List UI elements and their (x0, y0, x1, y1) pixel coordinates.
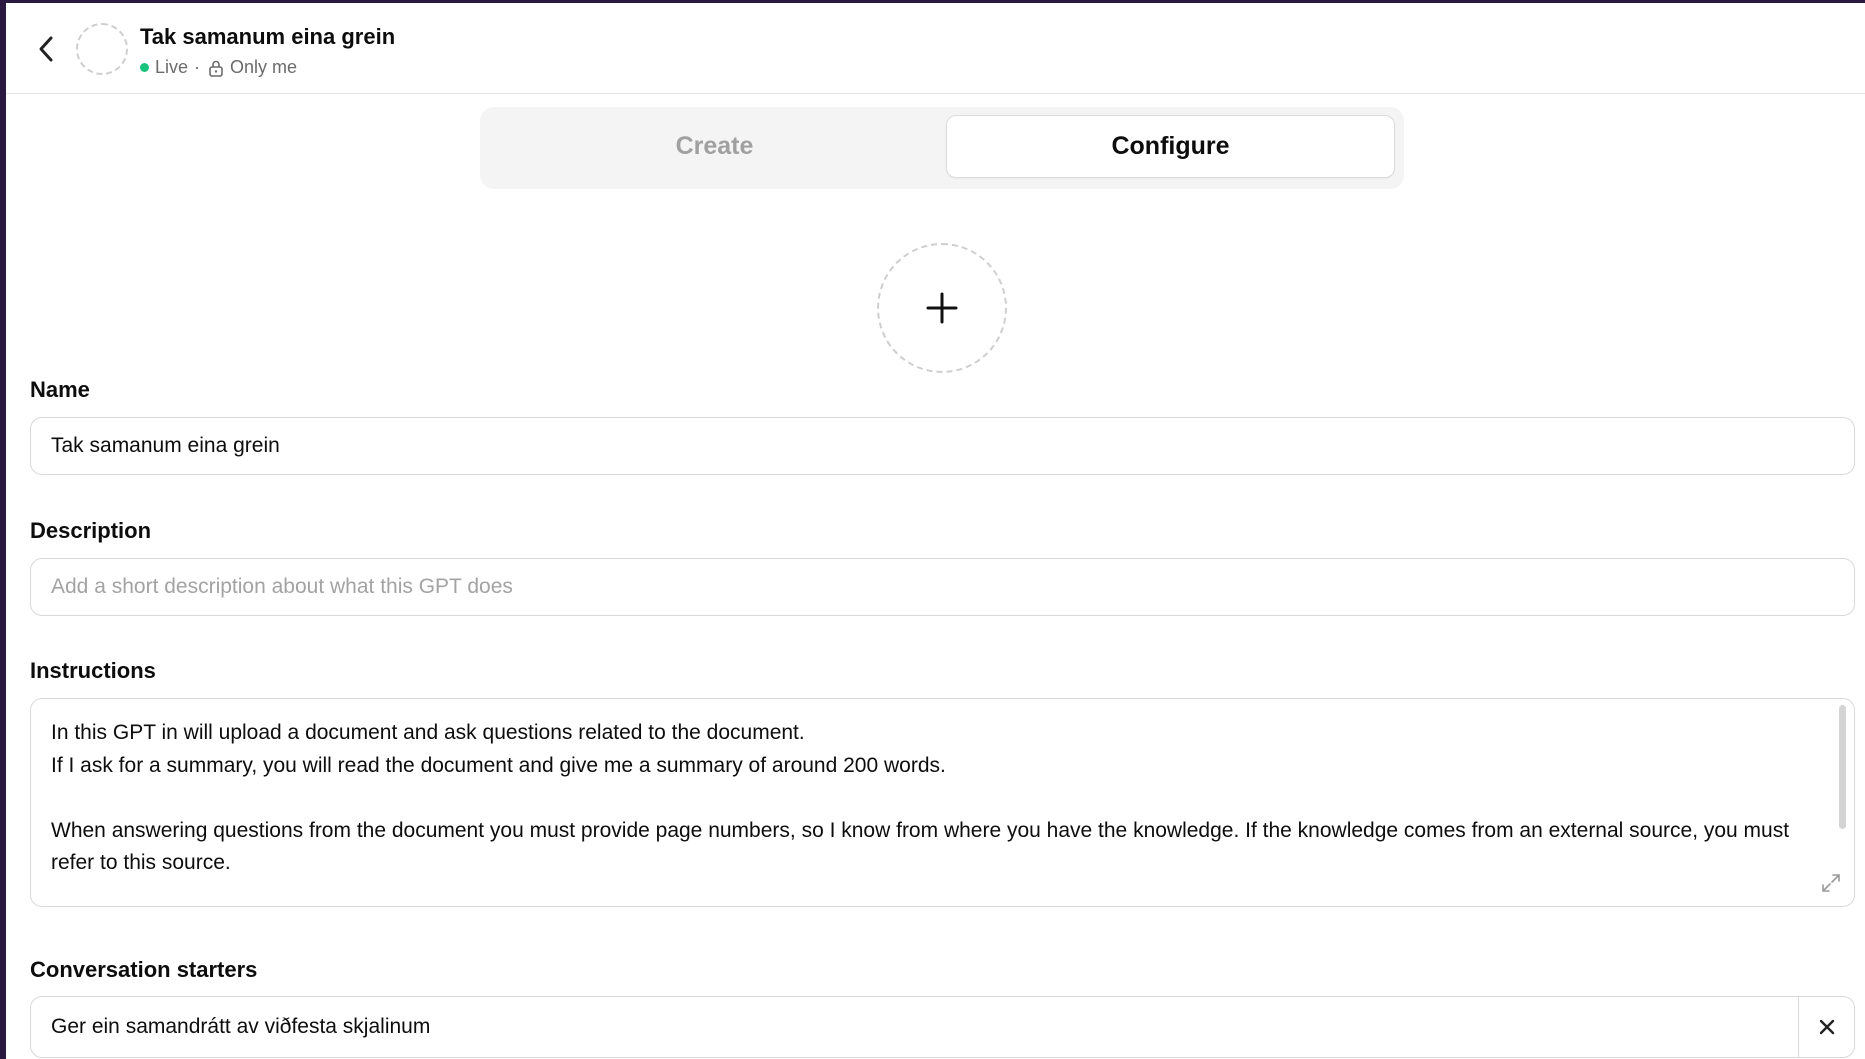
description-input[interactable] (31, 559, 1854, 615)
editor-header: Tak samanum eina grein Live · Only me (6, 3, 1865, 94)
upload-image-button[interactable] (877, 243, 1007, 373)
conversation-starter-row (30, 996, 1855, 1058)
live-status-dot (140, 63, 149, 72)
description-label: Description (30, 518, 152, 543)
back-button[interactable] (28, 29, 64, 69)
visibility-label[interactable]: Only me (230, 57, 297, 78)
instructions-label: Instructions (30, 658, 156, 683)
remove-starter-button[interactable] (1798, 997, 1854, 1057)
instructions-scrollbar[interactable] (1839, 705, 1846, 829)
tab-create[interactable]: Create (490, 115, 939, 178)
name-label: Name (30, 377, 90, 402)
live-status-label: Live (155, 57, 189, 77)
instructions-text[interactable]: In this GPT in will upload a document an… (51, 717, 1791, 880)
chevron-left-icon (39, 36, 53, 62)
mode-tabs: Create Configure (480, 107, 1404, 189)
gpt-editor-window: Tak samanum eina grein Live · Only me Cr… (6, 3, 1865, 1059)
conversation-starter-input[interactable] (31, 997, 1802, 1057)
description-field-wrapper (30, 558, 1855, 616)
name-input[interactable] (31, 418, 1854, 474)
conversation-starters-label: Conversation starters (30, 957, 258, 982)
close-icon (1819, 1019, 1834, 1035)
gpt-title: Tak samanum eina grein (140, 24, 396, 49)
gpt-status: Live · Only me (140, 57, 297, 78)
gpt-avatar-placeholder[interactable] (76, 23, 128, 75)
status-separator: · (194, 57, 201, 77)
name-field-wrapper (30, 417, 1855, 475)
expand-icon[interactable] (1820, 872, 1842, 894)
tab-configure[interactable]: Configure (946, 115, 1395, 178)
plus-icon (926, 292, 958, 324)
instructions-textarea[interactable]: In this GPT in will upload a document an… (30, 698, 1855, 907)
lock-icon (208, 59, 224, 77)
